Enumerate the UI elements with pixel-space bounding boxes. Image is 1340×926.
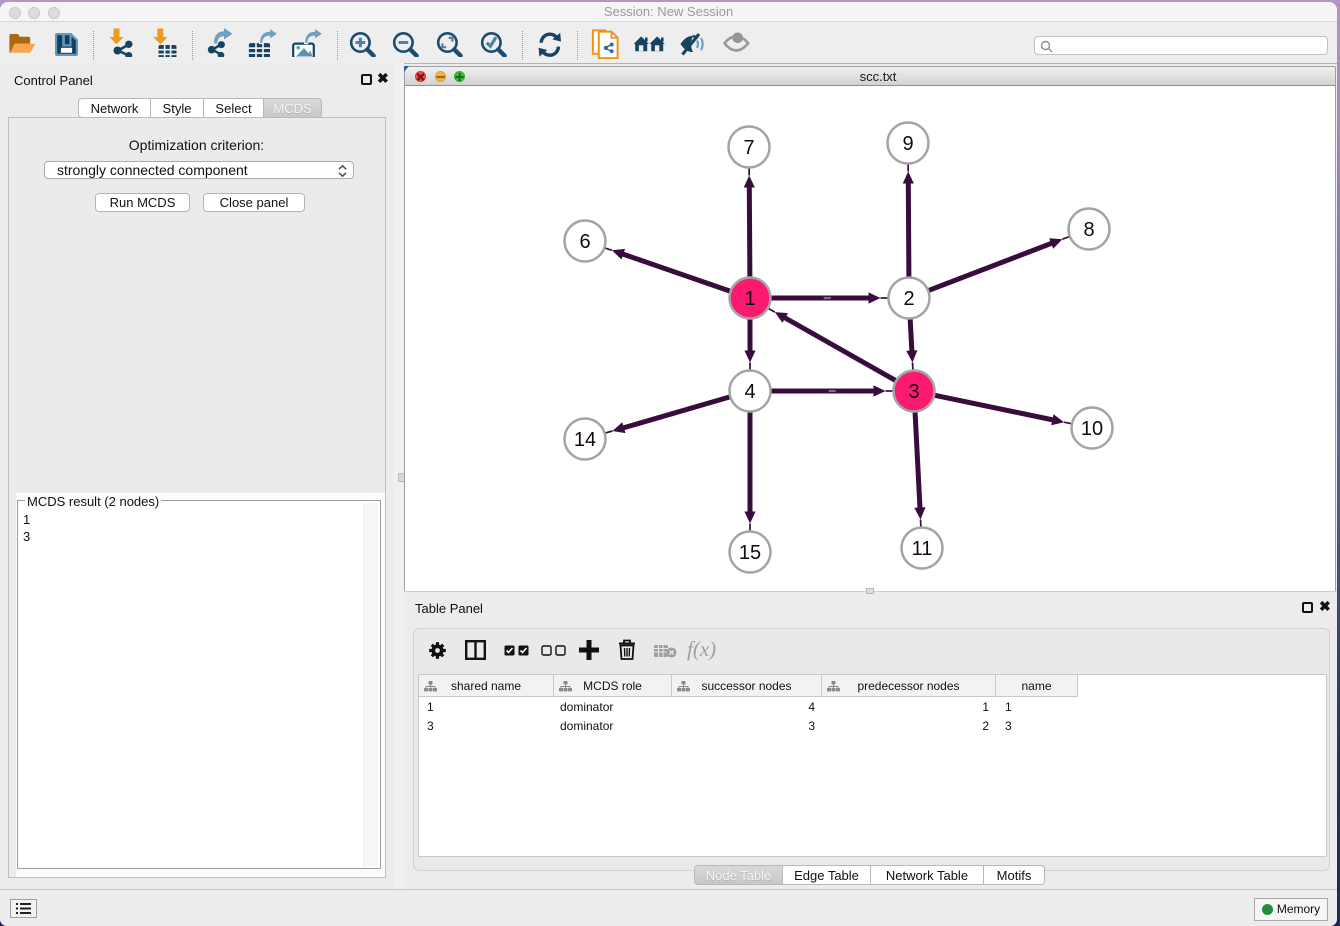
svg-text:6: 6 — [579, 231, 590, 253]
svg-text:10: 10 — [1081, 418, 1103, 440]
svg-text:2: 2 — [903, 288, 914, 310]
svg-text:15: 15 — [739, 542, 761, 564]
svg-text:4: 4 — [744, 381, 755, 403]
svg-text:7: 7 — [743, 137, 754, 159]
svg-text:1: 1 — [744, 288, 755, 310]
svg-text:3: 3 — [908, 381, 919, 403]
svg-text:9: 9 — [902, 133, 913, 155]
svg-text:8: 8 — [1083, 219, 1094, 241]
svg-text:14: 14 — [574, 429, 596, 451]
svg-text:11: 11 — [912, 538, 933, 560]
